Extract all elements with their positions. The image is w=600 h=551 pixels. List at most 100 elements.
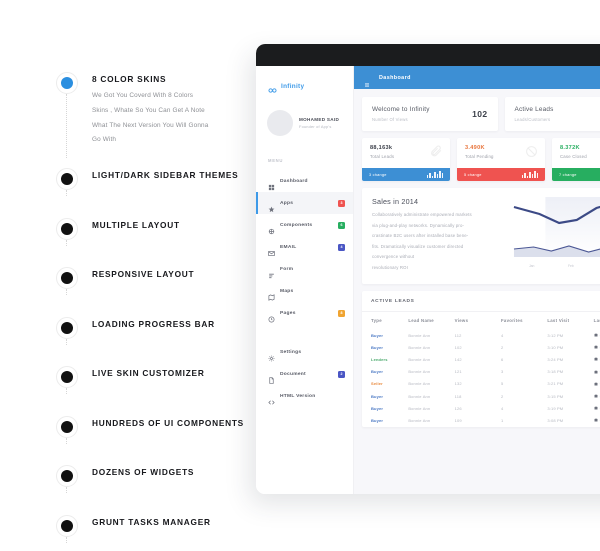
feature-connector-line (66, 487, 67, 493)
feature-bullet (56, 267, 78, 289)
welcome-title: Welcome to Infinity (372, 106, 430, 113)
last-action-wrap: 9/12/2014 (594, 394, 600, 399)
bullet-dot-icon (61, 519, 73, 532)
dashboard-content: Welcome to Infinity Number Of Views 102 … (354, 89, 600, 435)
feature-body: LOADING PROGRESS BAR (92, 317, 215, 329)
brand-name: Infinity (281, 82, 305, 90)
feature-body: GRUNT TASKS MANAGER (92, 515, 211, 527)
apps-icon (268, 200, 275, 212)
leads-cell-name: Bonnie Ann (408, 369, 431, 375)
sidebar-item-label: EMAIL (280, 244, 297, 250)
sidebar-item-label: Settings (280, 349, 302, 355)
calendar-icon (594, 333, 598, 337)
last-action-wrap: 9/12/2014 (594, 369, 600, 374)
leads-cell-type: Seller (371, 381, 383, 387)
table-row[interactable]: Buyer Bonnie Ann 102 2 3:10 PM 9/12/2014 (362, 341, 600, 353)
leads-cell-name: Bonnie Ann (408, 344, 431, 350)
feature-description: We Got You Coverd With 8 Colors Skins , W… (92, 92, 209, 144)
stat-card-row: 88,163k Total Leads 3 change 3.490K Total Pe… (362, 138, 600, 181)
leads-cell-visit: 3:10 PM (547, 344, 564, 350)
leads-column-header[interactable]: Favorites (501, 312, 547, 329)
sidebar-item-pages[interactable]: Pages 8 (256, 302, 353, 324)
dashboard-main: Dashboard Welcome to Infinity Number Of … (354, 66, 600, 494)
sidebar-item-html-version[interactable]: HTML Version (256, 385, 353, 407)
leads-cell-views: 118 (454, 393, 462, 399)
table-row[interactable]: Buyer Bonnie Ann 109 1 3:08 PM 9/12/2014 (362, 414, 600, 426)
sidebar-item-badge: 6 (338, 221, 345, 229)
brand[interactable]: Infinity (256, 66, 353, 96)
sidebar-section-label: MENU (268, 158, 284, 163)
sidebar-item-apps[interactable]: Apps 3 (256, 192, 353, 214)
active-leads-subtitle: Leads/Customers (514, 117, 551, 122)
sidebar-item-email[interactable]: EMAIL 4 (256, 236, 353, 258)
leads-cell-views: 142 (454, 356, 462, 362)
sidebar-item-label: Dashboard (280, 178, 308, 184)
welcome-row: Welcome to Infinity Number Of Views 102 … (362, 97, 600, 131)
hamburger-icon[interactable] (364, 75, 370, 87)
bullet-dot-icon (61, 420, 73, 433)
bullet-dot-icon (61, 371, 73, 383)
calendar-icon (594, 418, 598, 422)
feature-body: MULTIPLE LAYOUT (92, 218, 180, 230)
mail-icon (268, 244, 275, 256)
sidebar-item-components[interactable]: Components 6 (256, 214, 353, 236)
sidebar-item-label: Form (280, 266, 294, 272)
welcome-subtitle: Number Of Views (372, 117, 408, 122)
sidebar-item-settings[interactable]: Settings (256, 341, 353, 363)
code-icon (268, 393, 275, 405)
feature-description-line: What The Next Version You Will Gonna (92, 121, 209, 129)
feature-item: RESPONSIVE LAYOUT (56, 267, 256, 295)
components-icon (268, 222, 275, 234)
sales-paragraph-line: Collaboratively administrate empowered m… (372, 212, 472, 217)
feature-item: LIGHT/DARK SIDEBAR THEMES (56, 168, 256, 196)
gear-icon (268, 349, 275, 361)
leads-cell-views: 102 (454, 344, 462, 350)
sidebar-item-maps[interactable]: Maps (256, 280, 353, 302)
leads-cell-views: 132 (454, 381, 462, 387)
feature-title: LOADING PROGRESS BAR (92, 318, 215, 329)
leads-cell-visit: 3:19 PM (547, 405, 564, 411)
leads-table-body: BuyerBonnie Ann11243:12 PM9/12/2014 Buyer… (362, 329, 600, 427)
sidebar-item-document[interactable]: Document 2 (256, 363, 353, 385)
feature-body: RESPONSIVE LAYOUT (92, 267, 194, 279)
leads-column-header[interactable]: Last Action (594, 312, 600, 329)
leads-cell-name: Bonnie Ann (408, 393, 431, 399)
leads-cell-fav: 6 (500, 356, 504, 362)
sales-paragraph-line: via plug-and-play networks. Dynamically … (372, 222, 465, 228)
stat-change-label: 7 change (559, 172, 577, 177)
form-icon (268, 266, 275, 278)
leads-cell-type: Buyer (371, 344, 384, 350)
table-row[interactable]: Seller Bonnie Ann 132 5 3:21 PM 9/12/2014 (362, 378, 600, 390)
active-leads-card: Active Leads Leads/Customers 48 (504, 97, 600, 131)
feature-list: 8 COLOR SKINS We Got You Coverd With 8 Co… (56, 72, 256, 551)
leads-column-header[interactable]: Last Visit (547, 312, 593, 329)
calendar-icon (594, 406, 598, 410)
leads-cell-fav: 1 (500, 417, 504, 423)
leads-cell-type: Buyer (371, 369, 384, 375)
leads-cell-action: 9/12/2014 (594, 341, 600, 353)
leads-cell-fav: 2 (500, 393, 504, 399)
feature-connector-line (66, 239, 67, 246)
last-action-wrap: 9/12/2014 (594, 418, 600, 423)
leads-column-header[interactable]: Views (455, 312, 501, 329)
browser-chrome-bar (256, 44, 600, 66)
sidebar-item-dashboard[interactable]: Dashboard (256, 170, 353, 192)
leads-table: TypeLead NameViewsFavoritesLast VisitLas… (362, 312, 600, 427)
calendar-icon (594, 394, 598, 398)
sidebar-item-form[interactable]: Form (256, 258, 353, 280)
avatar (267, 110, 293, 136)
stat-card: 3.490K Total Pending 5 change (457, 138, 545, 181)
table-row[interactable]: Buyer Bonnie Ann 126 4 3:19 PM 9/12/2014 (362, 402, 600, 414)
feature-connector-line (66, 190, 67, 196)
sidebar-profile[interactable]: MOHAMED SAID Founder of App's (256, 96, 353, 152)
feature-bullet (56, 316, 78, 339)
table-row[interactable]: Lenders Bonnie Ann 142 6 3:24 PM 9/12/2014 (362, 353, 600, 365)
leads-cell-action: 9/12/2014 (594, 366, 600, 378)
table-row[interactable]: Buyer Bonnie Ann 121 3 3:18 PM 9/12/2014 (362, 366, 600, 378)
table-row[interactable]: Buyer Bonnie Ann 112 4 3:12 PM 9/12/2014 (362, 329, 600, 341)
feature-connector-line (66, 338, 67, 345)
leads-column-header[interactable]: Lead Name (408, 312, 454, 329)
leads-cell-fav: 4 (500, 405, 504, 411)
leads-column-header[interactable]: Type (362, 312, 408, 329)
table-row[interactable]: Buyer Bonnie Ann 118 2 3:15 PM 9/12/2014 (362, 390, 600, 402)
